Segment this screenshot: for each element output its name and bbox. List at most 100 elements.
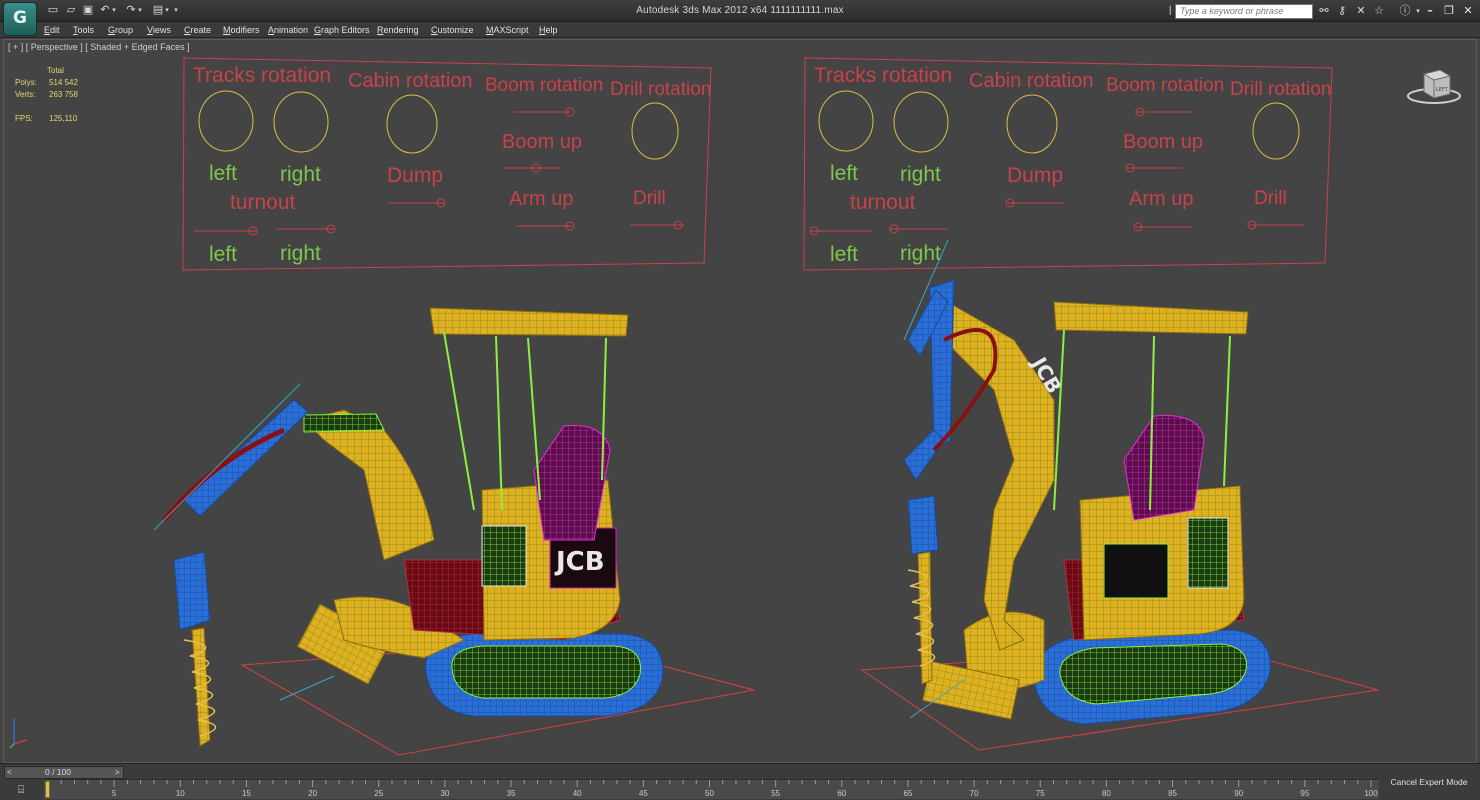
timeline-area: < 0 / 100 > ⌸ 5 10 15 20 25 30 35 40 45 50 55 60 65 7… [0,763,1480,800]
turnout-right-label: right [900,242,941,265]
arm-up-label: Arm up [1129,188,1193,210]
redo-dropdown-icon[interactable]: ▾ [136,3,144,17]
drill-rotation-dial[interactable] [631,102,679,160]
turnout-left-label: left [209,243,237,266]
track-bar[interactable]: 5 10 15 20 25 30 35 40 45 50 55 60 65 70 75 80 85 90 95 100 [44,779,1379,799]
menu-tools[interactable]: Tools [73,23,94,37]
menu-customize[interactable]: Customize [431,23,474,37]
timeline-tick-label: 40 [572,789,582,798]
tracks-left-label: left [209,162,237,185]
timeline-tick-label: 85 [1168,789,1177,798]
stats-fps-value: 125,110 [49,114,78,123]
communication-icon[interactable]: ✕ [1354,3,1368,19]
menu-animation[interactable]: Animation [268,23,308,37]
app-menu-button[interactable]: G [3,2,37,36]
jcb-badge-left: JCB [554,547,605,577]
drill-rotation-label: Drill rotation [1230,79,1331,100]
menu-views[interactable]: Views [147,23,171,37]
project-dropdown-icon[interactable]: ▾ [163,3,171,17]
menu-bar: Edit Tools Group Views Create Modifiers … [0,22,1480,38]
timeline-tick-label: 10 [175,789,185,798]
stats-verts-value: 263 758 [49,90,78,99]
timeline-tick-label: 25 [374,789,384,798]
restore-icon[interactable]: ❐ [1440,2,1458,19]
stats-total-header: Total [47,66,64,75]
menu-help[interactable]: Help [539,23,558,37]
current-frame-marker[interactable] [45,781,50,798]
viewport-label-menu[interactable]: [ + ] [ Perspective ] [ Shaded + Edged F… [8,42,190,52]
scene-canvas[interactable]: Tracks rotation Cabin rotation Boom rota… [4,40,1477,763]
time-slider-next-button[interactable]: > [115,768,120,778]
tracks-right-dial[interactable] [273,91,329,153]
3ds-max-window: Autodesk 3ds Max 2012 x64 1111111111.max… [0,0,1480,800]
menu-graph-editors[interactable]: Graph Editors [314,23,370,37]
minimize-icon[interactable]: – [1421,2,1439,19]
timeline-tick-label: 55 [771,789,781,798]
cancel-expert-mode-button[interactable]: Cancel Expert Mode [1382,768,1476,797]
new-icon[interactable]: ▭ [46,3,60,17]
help-icon[interactable]: ⓘ [1398,3,1412,19]
cabin-rotation-label: Cabin rotation [969,70,1094,92]
drill-rotation-dial[interactable] [1252,102,1300,160]
menu-group[interactable]: Group [108,23,133,37]
timeline-tick-label: 30 [440,789,450,798]
time-slider-frame-readout: 0 / 100 [45,767,71,777]
favorites-icon[interactable]: ☆ [1372,3,1386,19]
timeline-tick-label: 20 [308,789,318,798]
turnout-right-label: right [280,242,321,265]
tracks-right-dial[interactable] [893,91,949,153]
timeline-tick-label: 75 [1035,789,1045,798]
perspective-viewport[interactable]: Tracks rotation Cabin rotation Boom rota… [3,39,1477,763]
viewcube-icon[interactable]: LEFT [1406,66,1462,106]
timeline-tick-label: 65 [903,789,913,798]
boom-rotation-label: Boom rotation [485,75,603,96]
customize-toolbar-icon[interactable]: ▾ [172,3,180,17]
time-slider[interactable]: < 0 / 100 > [4,766,124,779]
timeline-tick-label: 100 [1364,789,1378,798]
tracks-rotation-label: Tracks rotation [814,64,952,87]
excavator-model-right[interactable]: JCB [860,239,1379,751]
cabin-rotation-dial[interactable] [386,94,438,154]
stats-fps-label: FPS: [15,114,33,123]
dump-label: Dump [387,164,443,187]
mini-curve-editor-icon[interactable]: ⌸ [8,781,34,798]
binoculars-icon[interactable]: ⚯ [1317,3,1331,19]
control-panel-left[interactable]: Tracks rotation Cabin rotation Boom rota… [182,57,712,271]
timeline-tick-label: 5 [111,789,117,798]
stats-verts-label: Verts: [15,90,36,99]
menu-maxscript[interactable]: MAXScript [486,23,529,37]
timeline-tick-label: 45 [638,789,648,798]
stats-polys-value: 514 542 [49,78,78,87]
timeline-tick-label: 15 [241,789,251,798]
tracks-left-dial[interactable] [818,90,874,152]
menu-rendering[interactable]: Rendering [377,23,419,37]
time-slider-prev-button[interactable]: < [7,768,12,778]
timeline-tick-label: 50 [705,789,714,798]
boom-up-label: Boom up [1123,131,1203,153]
excavator-model-left[interactable]: JCB [153,307,755,756]
turnout-label: turnout [850,191,916,214]
dump-label: Dump [1007,164,1063,187]
undo-dropdown-icon[interactable]: ▾ [110,3,118,17]
menu-create[interactable]: Create [184,23,211,37]
menu-modifiers[interactable]: Modifiers [223,23,260,37]
tracks-left-dial[interactable] [198,90,254,152]
boom-up-label: Boom up [502,131,582,153]
control-panel-right[interactable]: Tracks rotation Cabin rotation Boom rota… [803,57,1333,271]
cabin-rotation-dial[interactable] [1006,94,1058,154]
timeline-tick-label: 95 [1300,789,1310,798]
timeline-tick-label: 80 [1101,789,1111,798]
subscription-icon[interactable]: ⚷ [1335,3,1349,19]
timeline-tick-label: 60 [837,789,847,798]
open-icon[interactable]: ▱ [64,3,78,17]
menu-edit[interactable]: Edit [44,23,60,37]
close-icon[interactable]: ✕ [1459,2,1477,19]
search-input[interactable]: Type a keyword or phrase [1175,4,1313,19]
tracks-rotation-label: Tracks rotation [193,64,331,87]
axis-tripod-icon [9,718,28,749]
viewcube-face-label: LEFT [1436,87,1449,93]
save-icon[interactable]: ▣ [81,3,95,17]
viewport-statistics: Total Polys: 514 542 Verts: 263 758 FPS: 12… [15,65,95,125]
drill-label: Drill [633,188,666,209]
tracks-right-label: right [280,163,321,186]
